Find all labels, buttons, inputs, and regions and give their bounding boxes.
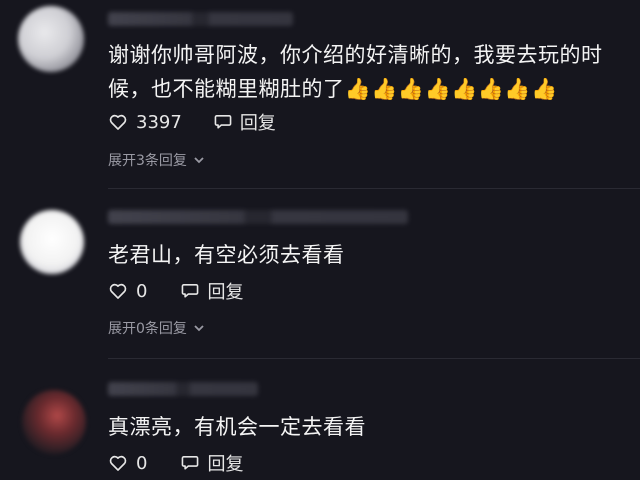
avatar[interactable] [18, 6, 84, 72]
reply-button[interactable]: 回复 [214, 109, 276, 135]
expand-replies-button[interactable]: 展开0条回复 [108, 318, 205, 338]
reply-label: 回复 [239, 113, 276, 134]
comment-meta-blurred [108, 210, 408, 224]
like-button[interactable]: 0 [108, 453, 147, 474]
expand-replies-button[interactable]: 展开3条回复 [108, 150, 205, 170]
like-count: 3397 [136, 111, 182, 133]
chevron-down-icon [194, 325, 204, 332]
speech-bubble-icon [214, 114, 232, 129]
comment-text: 谢谢你帅哥阿波，你介绍的好清晰的，我要去玩的时候，也不能糊里糊肚的了👍👍👍👍👍👍… [108, 43, 603, 101]
comment-actions: 0 回复 [108, 451, 243, 475]
like-button[interactable]: 0 [108, 281, 147, 302]
reply-label: 回复 [207, 454, 244, 475]
heart-outline-icon [109, 455, 127, 471]
comment-meta-blurred [108, 12, 293, 26]
heart-outline-icon [109, 114, 127, 130]
comment-item: 老君山，有空必须去看看 0 回复 展开0条回复 [0, 190, 640, 360]
avatar[interactable] [22, 390, 86, 454]
like-count: 0 [136, 280, 148, 302]
heart-outline-icon [109, 283, 127, 299]
comment-actions: 3397 回复 [108, 110, 276, 134]
comment-item: 真漂亮，有机会一定去看看 0 回复 [0, 360, 640, 480]
reply-label: 回复 [207, 282, 244, 303]
expand-replies-label: 展开3条回复 [108, 153, 187, 169]
comment-actions: 0 回复 [108, 279, 243, 303]
comment-text: 老君山，有空必须去看看 [108, 243, 345, 267]
divider [108, 188, 640, 189]
speech-bubble-icon [182, 455, 199, 470]
comment-text: 真漂亮，有机会一定去看看 [108, 415, 366, 439]
like-button[interactable]: 3397 [108, 112, 182, 133]
like-count: 0 [136, 452, 148, 474]
reply-button[interactable]: 回复 [181, 450, 243, 476]
reply-button[interactable]: 回复 [181, 278, 243, 304]
speech-bubble-icon [182, 283, 199, 298]
comment-item: 谢谢你帅哥阿波，你介绍的好清晰的，我要去玩的时候，也不能糊里糊肚的了👍👍👍👍👍👍… [0, 0, 640, 190]
comment-meta-blurred [108, 382, 258, 396]
avatar[interactable] [20, 210, 84, 274]
expand-replies-label: 展开0条回复 [108, 321, 187, 337]
chevron-down-icon [194, 157, 204, 164]
divider [108, 358, 640, 359]
